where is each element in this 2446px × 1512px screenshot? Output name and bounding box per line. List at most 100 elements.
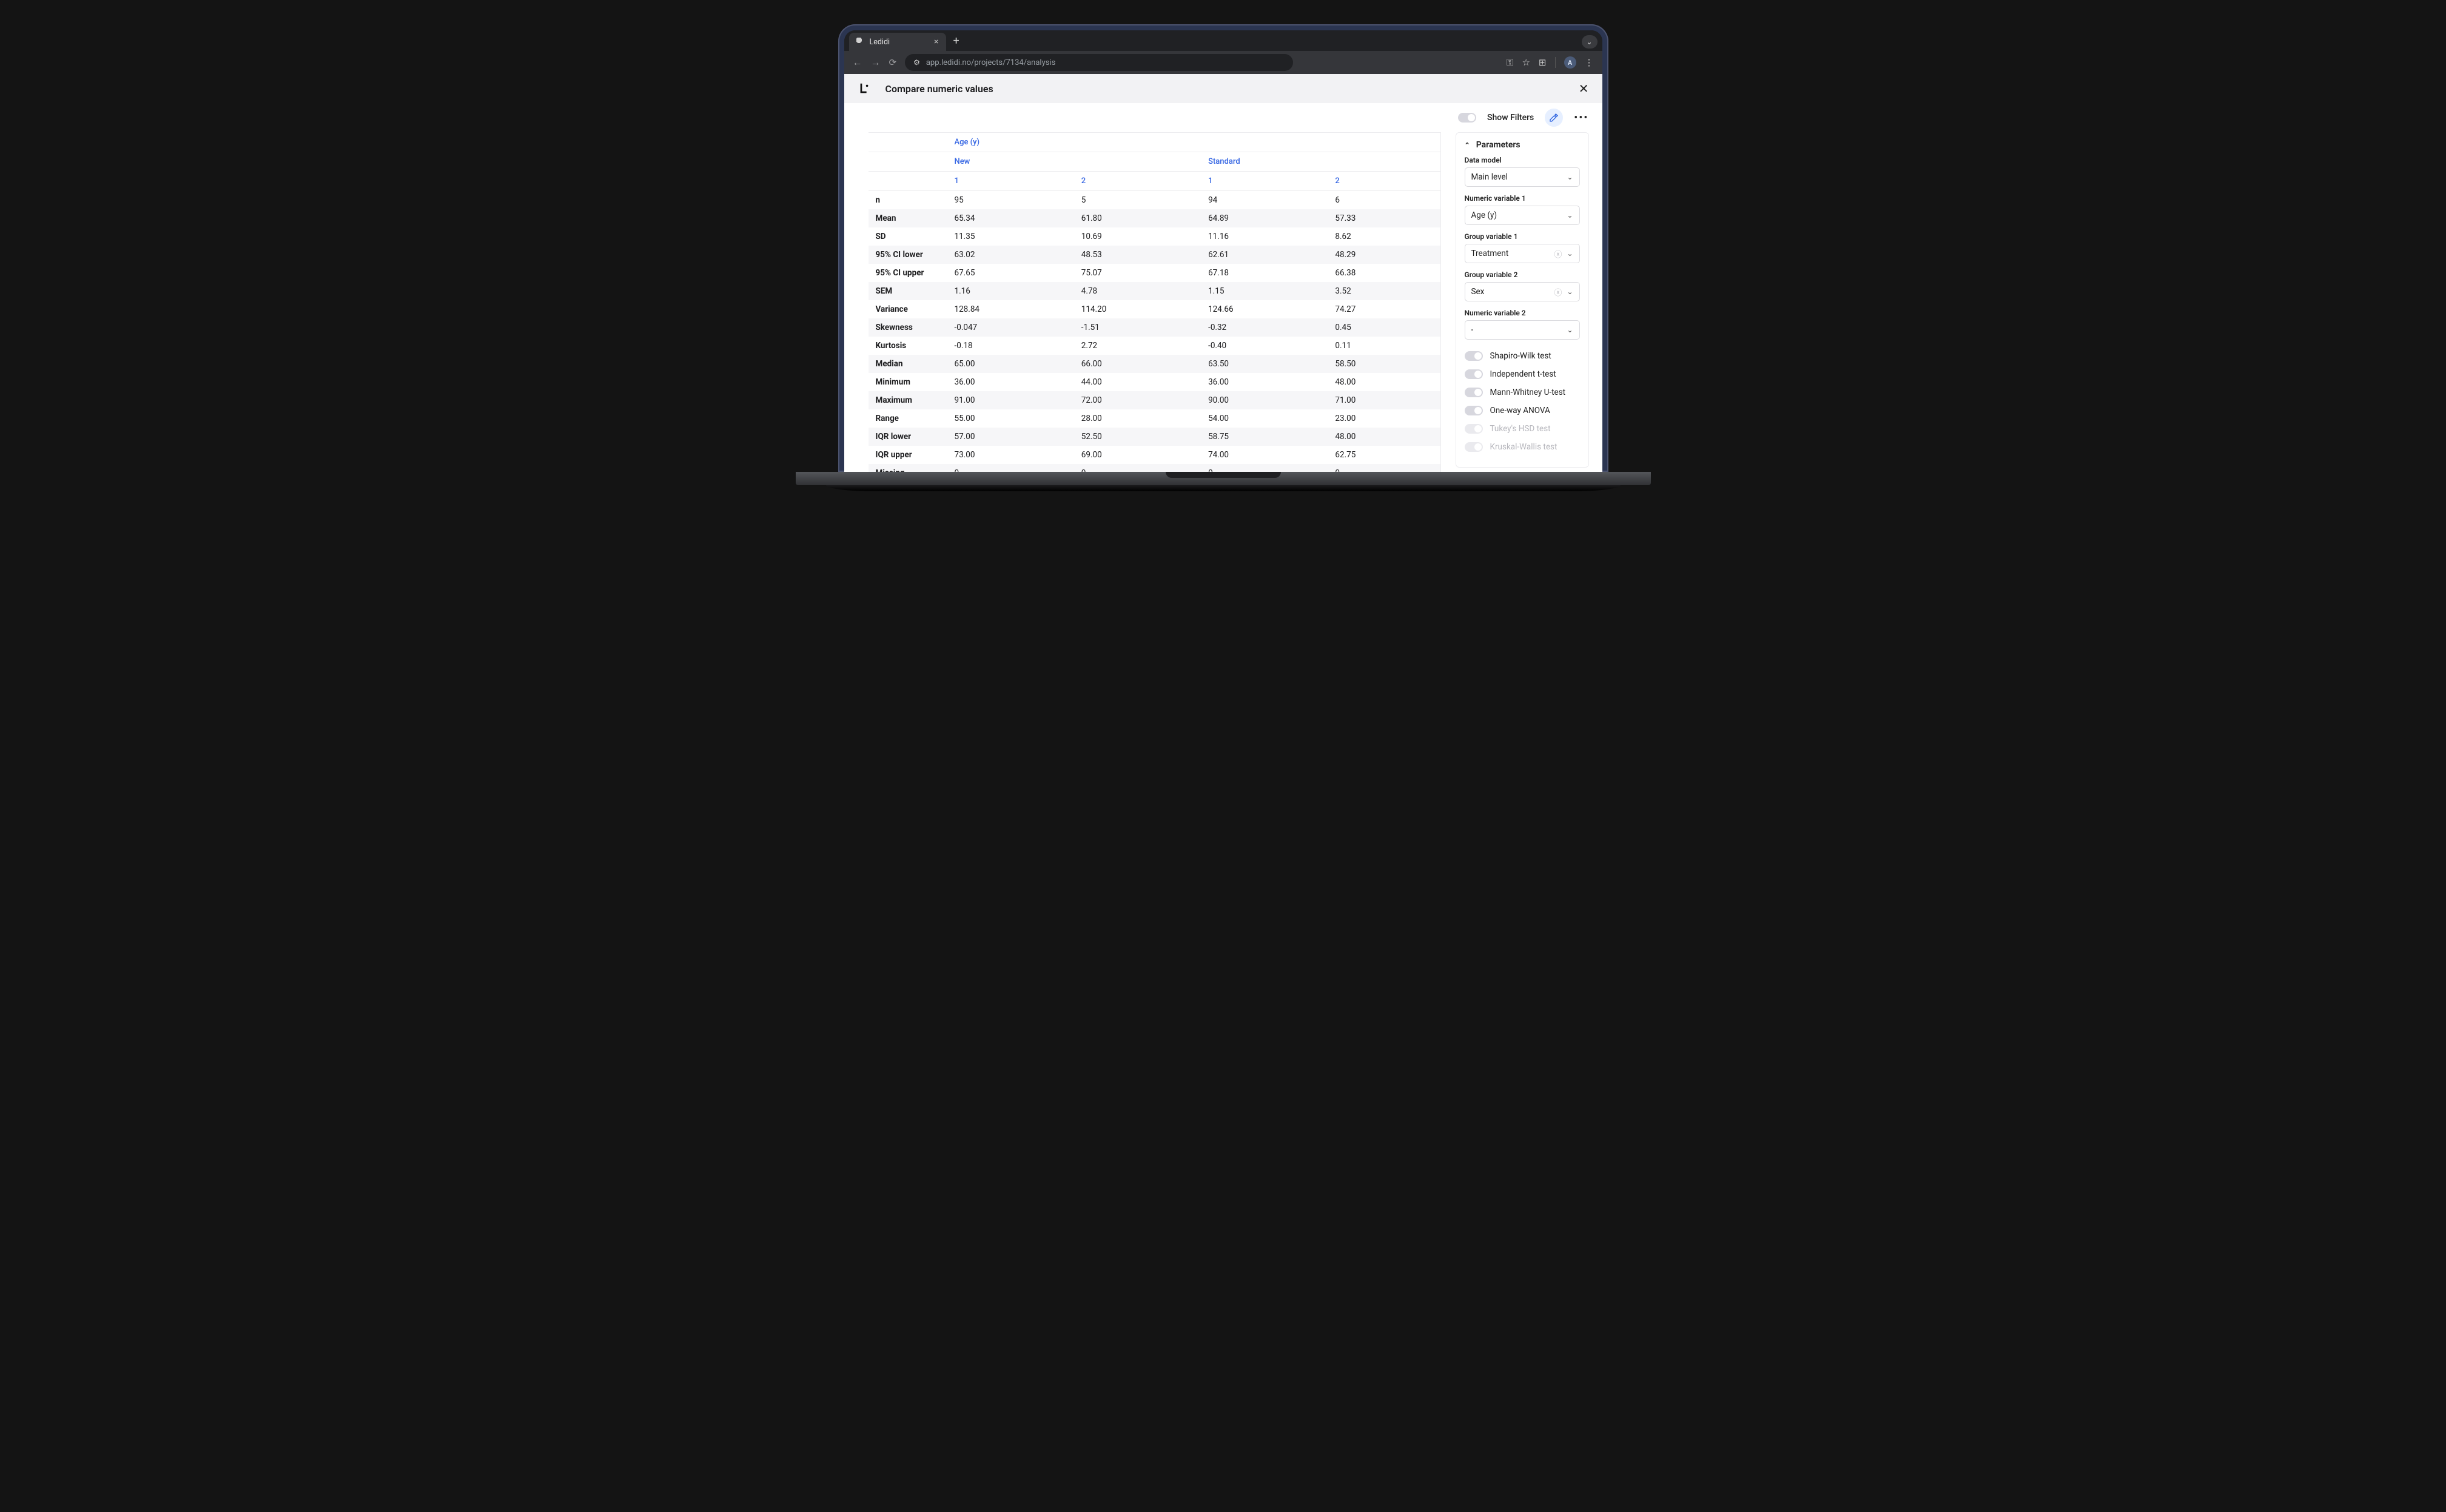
tab-overflow-button[interactable]: ⌄ bbox=[1582, 35, 1598, 49]
cell-value: 72.00 bbox=[1074, 391, 1201, 409]
favicon-icon bbox=[856, 38, 865, 46]
chevron-down-icon: ⌄ bbox=[1567, 326, 1573, 334]
cell-value: 65.34 bbox=[947, 209, 1074, 227]
cell-value: 58.75 bbox=[1201, 428, 1328, 446]
test-toggle[interactable] bbox=[1465, 406, 1483, 415]
table-row: Range55.0028.0054.0023.00 bbox=[869, 409, 1440, 428]
clear-icon[interactable]: ⓧ bbox=[1554, 248, 1562, 260]
cell-value: 55.00 bbox=[947, 409, 1074, 428]
subgroup-header[interactable]: 2 bbox=[1328, 172, 1440, 191]
cell-value: 66.38 bbox=[1328, 264, 1440, 282]
test-toggle-row[interactable]: Shapiro-Wilk test bbox=[1465, 347, 1580, 365]
data-model-select[interactable]: Main level ⌄ bbox=[1465, 167, 1580, 187]
cell-value: 11.16 bbox=[1201, 227, 1328, 246]
variable-header: Age (y) bbox=[947, 133, 1440, 152]
group-header[interactable]: New bbox=[947, 152, 1201, 172]
cell-value: -0.40 bbox=[1201, 337, 1328, 355]
close-tab-icon[interactable]: × bbox=[934, 38, 938, 46]
test-toggle-row[interactable]: Independent t-test bbox=[1465, 365, 1580, 383]
stats-table: Age (y) New Standard 1 2 1 bbox=[869, 132, 1441, 472]
cell-value: 48.00 bbox=[1328, 373, 1440, 391]
key-icon[interactable]: ⚿ bbox=[1507, 57, 1513, 68]
row-label: Maximum bbox=[869, 391, 947, 409]
test-label: Tukey's HSD test bbox=[1490, 424, 1551, 434]
cell-value: 0.11 bbox=[1328, 337, 1440, 355]
cell-value: 2.72 bbox=[1074, 337, 1201, 355]
site-settings-icon[interactable]: ⚙ bbox=[913, 58, 920, 67]
field-label: Data model bbox=[1465, 156, 1580, 164]
forward-button[interactable]: → bbox=[871, 56, 881, 69]
numeric-variable-1-select[interactable]: Age (y) ⌄ bbox=[1465, 206, 1580, 225]
subgroup-header[interactable]: 2 bbox=[1074, 172, 1201, 191]
row-label: Kurtosis bbox=[869, 337, 947, 355]
cell-value: 73.00 bbox=[947, 446, 1074, 464]
group-header[interactable]: Standard bbox=[1201, 152, 1440, 172]
browser-tab[interactable]: Ledidi × bbox=[849, 33, 946, 51]
test-label: Kruskal-Wallis test bbox=[1490, 442, 1557, 452]
show-filters-toggle[interactable] bbox=[1458, 113, 1476, 123]
test-toggle[interactable] bbox=[1465, 351, 1483, 361]
subgroup-header[interactable]: 1 bbox=[947, 172, 1074, 191]
cell-value: 3.52 bbox=[1328, 282, 1440, 300]
group-variable-1-select[interactable]: Treatment ⓧ ⌄ bbox=[1465, 244, 1580, 263]
subgroup-header[interactable]: 1 bbox=[1201, 172, 1328, 191]
cell-value: 124.66 bbox=[1201, 300, 1328, 318]
field-label: Numeric variable 2 bbox=[1465, 309, 1580, 317]
bookmark-star-icon[interactable]: ☆ bbox=[1522, 57, 1530, 68]
extensions-icon[interactable]: ⊞ bbox=[1539, 57, 1547, 68]
cell-value: 1.16 bbox=[947, 282, 1074, 300]
clear-icon[interactable]: ⓧ bbox=[1554, 286, 1562, 298]
cell-value: 52.50 bbox=[1074, 428, 1201, 446]
chevron-down-icon: ⌄ bbox=[1567, 287, 1573, 296]
parameters-panel: ⌃ Parameters Data model Main level ⌄ Num… bbox=[1456, 132, 1589, 468]
group-variable-2-select[interactable]: Sex ⓧ ⌄ bbox=[1465, 282, 1580, 301]
tab-title: Ledidi bbox=[870, 38, 890, 47]
cell-value: 74.00 bbox=[1201, 446, 1328, 464]
cell-value: 36.00 bbox=[947, 373, 1074, 391]
row-label: Median bbox=[869, 355, 947, 373]
table-row: 95% CI lower63.0248.5362.6148.29 bbox=[869, 246, 1440, 264]
screen: Ledidi × + ⌄ ← → ⟳ ⚙ app.ledidi.no/proje… bbox=[844, 30, 1602, 472]
profile-avatar[interactable]: A bbox=[1564, 56, 1576, 69]
parameters-header[interactable]: ⌃ Parameters bbox=[1465, 140, 1580, 150]
more-menu-button[interactable]: ••• bbox=[1574, 112, 1588, 124]
test-toggle[interactable] bbox=[1465, 388, 1483, 397]
row-label: IQR lower bbox=[869, 428, 947, 446]
close-button[interactable]: ✕ bbox=[1579, 81, 1589, 96]
field-label: Group variable 1 bbox=[1465, 232, 1580, 241]
new-tab-button[interactable]: + bbox=[946, 35, 967, 51]
chevron-down-icon: ⌄ bbox=[1567, 249, 1573, 258]
show-filters-label: Show Filters bbox=[1487, 113, 1534, 123]
browser-tabstrip: Ledidi × + ⌄ bbox=[844, 30, 1602, 51]
back-button[interactable]: ← bbox=[853, 56, 862, 69]
cell-value: 57.00 bbox=[947, 428, 1074, 446]
cell-value: 128.84 bbox=[947, 300, 1074, 318]
test-toggle-row: Kruskal-Wallis test bbox=[1465, 438, 1580, 456]
cell-value: 90.00 bbox=[1201, 391, 1328, 409]
cell-value: 48.53 bbox=[1074, 246, 1201, 264]
table-row: Mean65.3461.8064.8957.33 bbox=[869, 209, 1440, 227]
cell-value: 0 bbox=[1074, 464, 1201, 472]
cell-value: -0.32 bbox=[1201, 318, 1328, 337]
reload-button[interactable]: ⟳ bbox=[889, 57, 897, 68]
cell-value: 58.50 bbox=[1328, 355, 1440, 373]
address-bar[interactable]: ⚙ app.ledidi.no/projects/7134/analysis bbox=[905, 54, 1293, 71]
test-toggle-row[interactable]: One-way ANOVA bbox=[1465, 402, 1580, 420]
cell-value: 1.15 bbox=[1201, 282, 1328, 300]
edit-button[interactable] bbox=[1545, 109, 1563, 127]
browser-menu-icon[interactable]: ⋮ bbox=[1585, 57, 1594, 68]
action-bar: Show Filters ••• bbox=[844, 103, 1602, 132]
test-toggle[interactable] bbox=[1465, 369, 1483, 379]
table-row: Maximum91.0072.0090.0071.00 bbox=[869, 391, 1440, 409]
cell-value: 36.00 bbox=[1201, 373, 1328, 391]
cell-value: 63.50 bbox=[1201, 355, 1328, 373]
table-row: IQR lower57.0052.5058.7548.00 bbox=[869, 428, 1440, 446]
test-toggle-row[interactable]: Mann-Whitney U-test bbox=[1465, 383, 1580, 402]
cell-value: 91.00 bbox=[947, 391, 1074, 409]
cell-value: 74.27 bbox=[1328, 300, 1440, 318]
cell-value: 0 bbox=[947, 464, 1074, 472]
test-label: One-way ANOVA bbox=[1490, 406, 1550, 415]
cell-value: 69.00 bbox=[1074, 446, 1201, 464]
numeric-variable-2-select[interactable]: - ⌄ bbox=[1465, 320, 1580, 340]
cell-value: 62.75 bbox=[1328, 446, 1440, 464]
